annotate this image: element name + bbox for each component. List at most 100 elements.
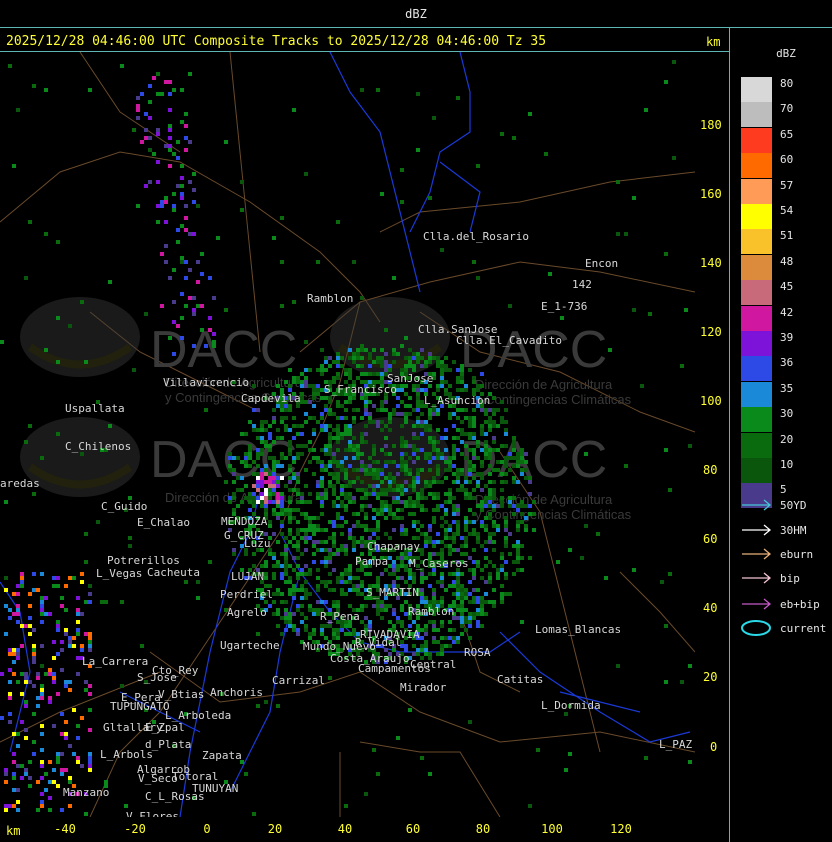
radar-map[interactable]: DACC DACC DACC DACC Dirección de Agricul…: [0, 52, 695, 817]
echo-pixel: [492, 408, 496, 412]
echo-pixel: [328, 436, 332, 440]
echo-pixel: [144, 184, 148, 188]
echo-pixel: [400, 388, 404, 392]
echo-pixel: [336, 416, 340, 420]
echo-pixel: [420, 548, 424, 552]
echo-pixel: [376, 424, 380, 428]
echo-pixel: [156, 72, 160, 76]
echo-pixel: [324, 360, 328, 364]
echo-pixel: [460, 592, 464, 596]
place-label: 142: [572, 278, 592, 291]
echo-pixel: [484, 432, 488, 436]
echo-pixel: [332, 568, 336, 572]
echo-pixel: [456, 368, 460, 372]
echo-pixel: [508, 552, 512, 556]
echo-pixel: [304, 540, 308, 544]
echo-pixel: [292, 596, 296, 600]
echo-pixel: [468, 420, 472, 424]
echo-pixel: [348, 564, 352, 568]
echo-pixel: [320, 480, 324, 484]
echo-pixel: [356, 540, 360, 544]
echo-pixel: [172, 152, 176, 156]
echo-pixel: [312, 612, 316, 616]
echo-pixel: [392, 500, 396, 504]
echo-pixel: [164, 220, 168, 224]
echo-pixel: [372, 532, 376, 536]
echo-pixel: [452, 580, 456, 584]
echo-pixel: [348, 464, 352, 468]
echo-pixel: [172, 192, 176, 196]
echo-pixel: [420, 348, 424, 352]
echo-pixel: [420, 580, 424, 584]
echo-pixel: [396, 516, 400, 520]
echo-pixel: [76, 736, 80, 740]
echo-pixel: [500, 416, 504, 420]
echo-pixel: [532, 500, 536, 504]
echo-pixel: [288, 408, 292, 412]
echo-pixel: [152, 152, 156, 156]
echo-pixel: [332, 452, 336, 456]
echo-pixel: [616, 232, 620, 236]
echo-pixel: [232, 548, 236, 552]
echo-pixel: [400, 532, 404, 536]
track-label: 30HM: [780, 524, 807, 537]
echo-pixel: [356, 348, 360, 352]
echo-pixel: [348, 376, 352, 380]
echo-pixel: [440, 576, 444, 580]
echo-pixel: [272, 476, 276, 480]
echo-pixel: [344, 472, 348, 476]
echo-pixel: [340, 416, 344, 420]
echo-pixel: [460, 596, 464, 600]
echo-pixel: [272, 556, 276, 560]
echo-pixel: [20, 720, 24, 724]
echo-pixel: [40, 692, 44, 696]
echo-pixel: [504, 528, 508, 532]
legend-swatch: [741, 102, 772, 128]
echo-pixel: [164, 244, 168, 248]
echo-pixel: [288, 496, 292, 500]
echo-pixel: [440, 596, 444, 600]
echo-pixel: [436, 540, 440, 544]
echo-pixel: [352, 408, 356, 412]
echo-pixel: [312, 632, 316, 636]
legend-value: 57: [780, 178, 794, 192]
echo-pixel: [500, 400, 504, 404]
echo-pixel: [4, 768, 8, 772]
echo-pixel: [252, 492, 256, 496]
echo-pixel: [408, 456, 412, 460]
echo-pixel: [184, 580, 188, 584]
echo-pixel: [280, 420, 284, 424]
echo-pixel: [20, 672, 24, 676]
echo-pixel: [412, 352, 416, 356]
legend-swatch: [741, 127, 772, 153]
echo-pixel: [12, 772, 16, 776]
echo-pixel: [328, 464, 332, 468]
echo-pixel: [508, 592, 512, 596]
echo-pixel: [416, 520, 420, 524]
echo-pixel: [40, 764, 44, 768]
echo-pixel: [408, 504, 412, 508]
echo-pixel: [272, 456, 276, 460]
echo-pixel: [460, 612, 464, 616]
echo-pixel: [680, 680, 684, 684]
echo-pixel: [340, 592, 344, 596]
echo-pixel: [440, 436, 444, 440]
echo-pixel: [40, 604, 44, 608]
track-legend-item: eb+bip: [740, 596, 832, 612]
echo-pixel: [616, 180, 620, 184]
echo-pixel: [344, 408, 348, 412]
echo-pixel: [308, 368, 312, 372]
echo-pixel: [468, 720, 472, 724]
echo-pixel: [384, 408, 388, 412]
echo-pixel: [508, 456, 512, 460]
echo-pixel: [444, 428, 448, 432]
legend-value: 65: [780, 127, 794, 141]
echo-pixel: [512, 560, 516, 564]
echo-pixel: [484, 528, 488, 532]
echo-pixel: [324, 560, 328, 564]
echo-pixel: [468, 532, 472, 536]
echo-pixel: [400, 200, 404, 204]
echo-pixel: [368, 412, 372, 416]
echo-pixel: [16, 612, 20, 616]
echo-pixel: [648, 312, 652, 316]
